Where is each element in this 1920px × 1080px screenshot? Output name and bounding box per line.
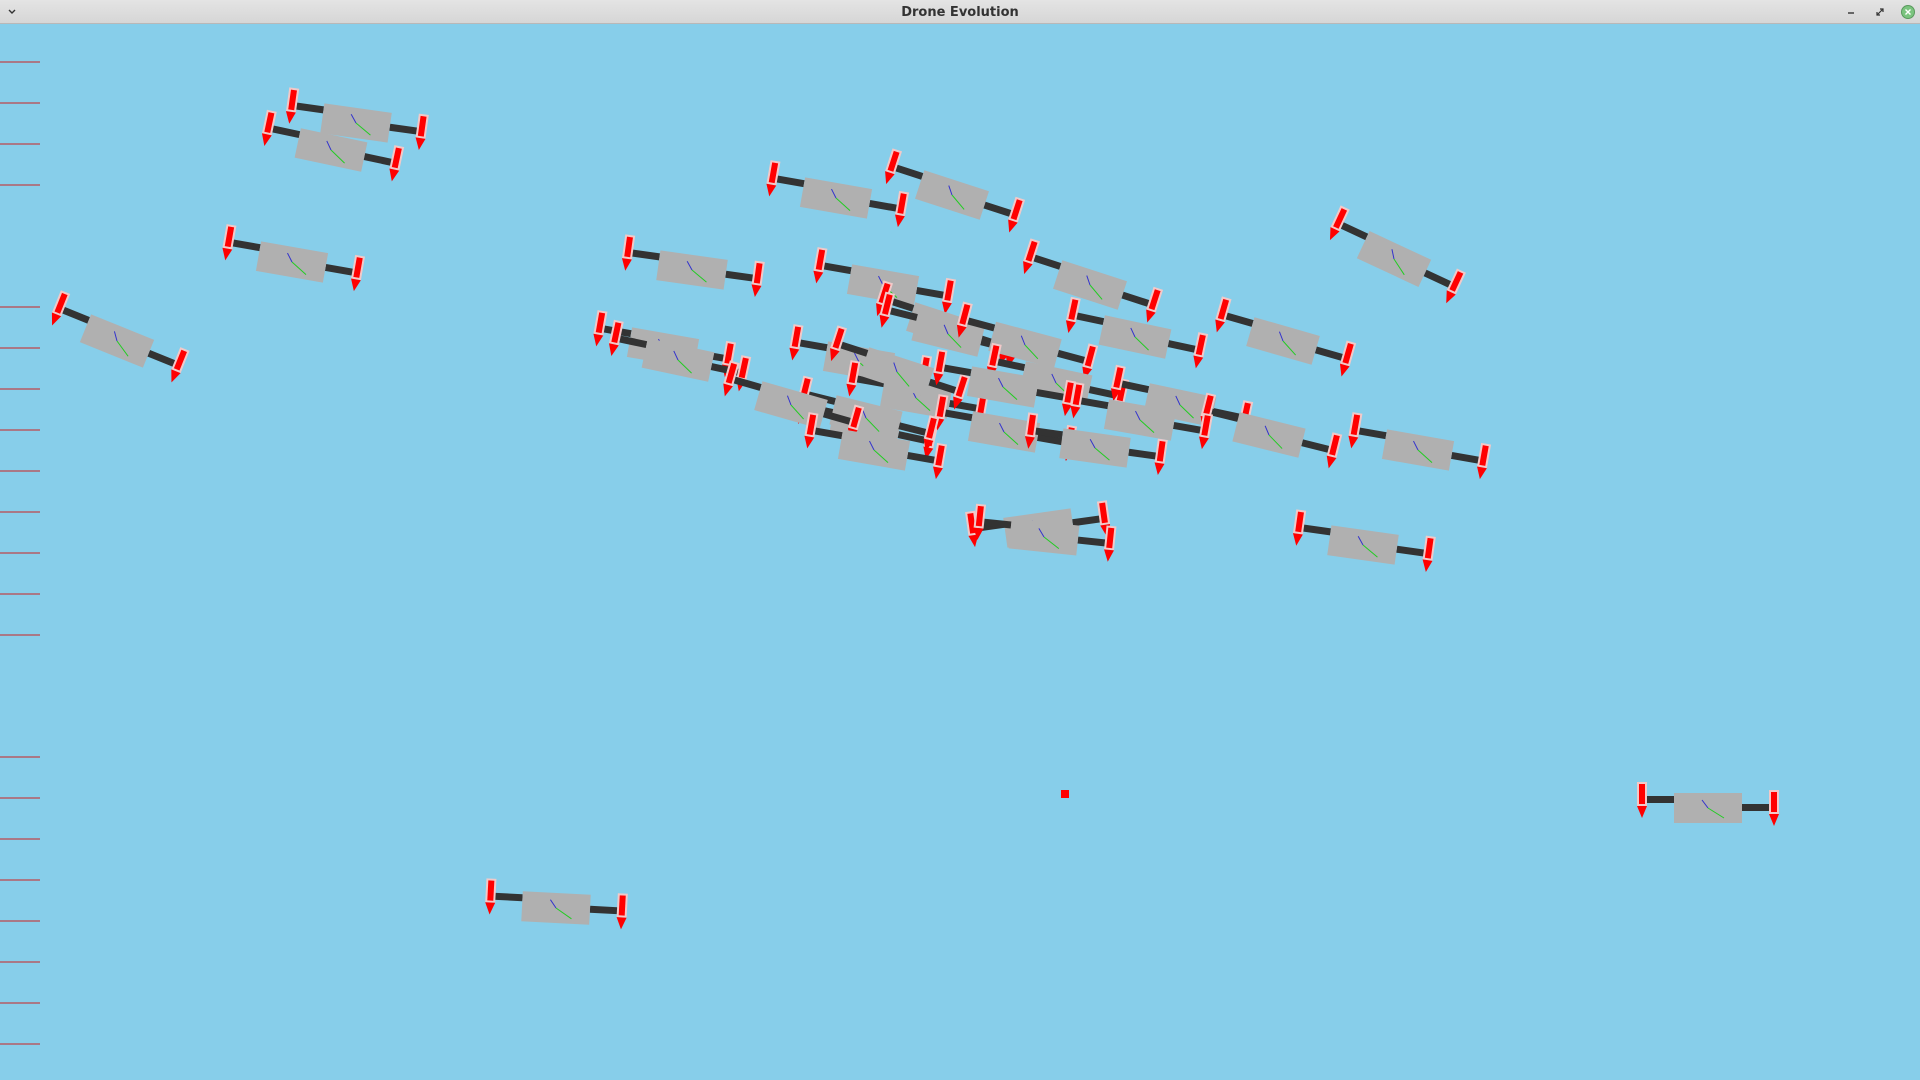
thruster-nozzle xyxy=(751,284,762,298)
drone xyxy=(1637,782,1779,826)
thruster-nozzle xyxy=(608,343,619,357)
left-ruler xyxy=(0,61,40,1045)
drone xyxy=(1348,412,1492,480)
thruster-nozzle xyxy=(1637,806,1647,818)
drone xyxy=(1200,392,1343,469)
thruster-nozzle xyxy=(789,347,800,361)
thruster-nozzle xyxy=(593,333,604,347)
thruster-nozzle xyxy=(1292,533,1303,546)
simulation-viewport[interactable] xyxy=(0,24,1920,1080)
close-icon[interactable] xyxy=(1899,3,1917,21)
thruster-nozzle xyxy=(485,902,496,915)
drone xyxy=(1329,205,1466,304)
thruster-nozzle xyxy=(879,314,890,328)
thruster-nozzle xyxy=(351,278,361,292)
thruster-nozzle xyxy=(261,133,272,147)
target-marker xyxy=(1061,790,1069,798)
thruster-flame xyxy=(618,895,626,916)
thruster-nozzle xyxy=(616,917,627,930)
thruster-nozzle xyxy=(933,466,943,480)
drone xyxy=(621,234,765,298)
thruster-right xyxy=(1769,790,1779,826)
thruster-nozzle xyxy=(1062,403,1072,417)
thruster-nozzle xyxy=(1104,549,1114,562)
drone xyxy=(1023,238,1164,323)
thruster-left xyxy=(1637,782,1647,818)
thruster-right xyxy=(616,893,628,930)
drone xyxy=(1292,509,1436,573)
thruster-nozzle xyxy=(804,435,815,449)
drone xyxy=(1215,296,1357,377)
thruster-right xyxy=(1446,268,1466,304)
drone xyxy=(51,290,190,383)
thruster-nozzle xyxy=(1348,435,1359,449)
minimize-icon[interactable] xyxy=(1842,3,1860,21)
thruster-nozzle xyxy=(389,168,400,182)
thruster-nozzle xyxy=(846,383,857,397)
thruster-nozzle xyxy=(621,258,632,271)
thruster-nozzle xyxy=(1477,466,1487,480)
thruster-left xyxy=(485,878,497,915)
thruster-nozzle xyxy=(1154,462,1165,476)
thruster-nozzle xyxy=(766,183,777,197)
thruster-nozzle xyxy=(1193,355,1204,369)
thruster-flame xyxy=(487,880,495,901)
thruster-flame xyxy=(1771,792,1777,812)
thruster-nozzle xyxy=(1326,455,1337,469)
restore-icon[interactable] xyxy=(1871,3,1889,21)
thruster-nozzle xyxy=(1065,320,1076,334)
drone xyxy=(222,224,366,292)
thruster-flame xyxy=(1639,784,1645,804)
scene-canvas xyxy=(0,61,1779,1045)
window-title: Drone Evolution xyxy=(901,5,1019,20)
thruster-nozzle xyxy=(415,137,426,151)
thruster-nozzle xyxy=(285,111,296,124)
thruster-nozzle xyxy=(895,214,905,228)
drone xyxy=(485,878,628,930)
thruster-nozzle xyxy=(1199,436,1209,450)
thruster-nozzle xyxy=(222,247,233,261)
window-titlebar: Drone Evolution xyxy=(0,0,1920,24)
thruster-nozzle xyxy=(813,270,824,284)
thruster-nozzle xyxy=(1769,814,1779,826)
thruster-nozzle xyxy=(1422,559,1433,573)
